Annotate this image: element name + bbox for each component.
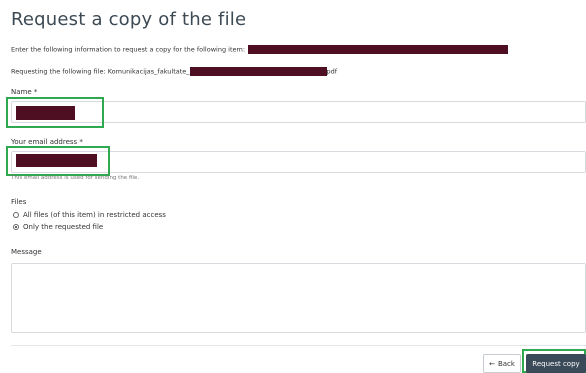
back-button-label: Back (497, 359, 515, 368)
arrow-left-icon: ← (489, 359, 495, 368)
requesting-suffix: pdf (326, 67, 338, 76)
files-option-requested[interactable]: Only the requested file (13, 223, 103, 231)
redacted-item-title (248, 45, 509, 54)
intro-line: Enter the following information to reque… (11, 45, 509, 54)
redacted-file-name (189, 67, 327, 76)
message-textarea[interactable] (11, 263, 586, 333)
files-option-all-label: All files (of this item) in restricted a… (23, 211, 166, 219)
redacted-email-value (16, 154, 97, 167)
footer-divider (11, 345, 586, 346)
intro-text: Enter the following information to reque… (11, 45, 246, 54)
redacted-name-value (16, 106, 75, 120)
back-button[interactable]: ← Back (483, 354, 521, 373)
files-option-requested-label: Only the requested file (23, 223, 104, 231)
name-label: Name * (11, 88, 38, 96)
message-label: Message (11, 248, 42, 256)
files-label: Files (11, 198, 27, 206)
files-option-all[interactable]: All files (of this item) in restricted a… (13, 211, 166, 219)
radio-all-files[interactable] (13, 212, 19, 218)
requesting-line: Requesting the following file: Komunikac… (11, 67, 337, 76)
request-copy-button[interactable]: Request copy (526, 354, 586, 373)
page-title: Request a copy of the file (11, 9, 247, 30)
email-label: Your email address * (11, 138, 83, 146)
requesting-prefix: Requesting the following file: Komunikac… (11, 67, 190, 76)
email-help-text: This email address is used for sending t… (11, 175, 140, 181)
radio-requested-file[interactable] (13, 224, 19, 230)
request-copy-label: Request copy (532, 359, 580, 368)
